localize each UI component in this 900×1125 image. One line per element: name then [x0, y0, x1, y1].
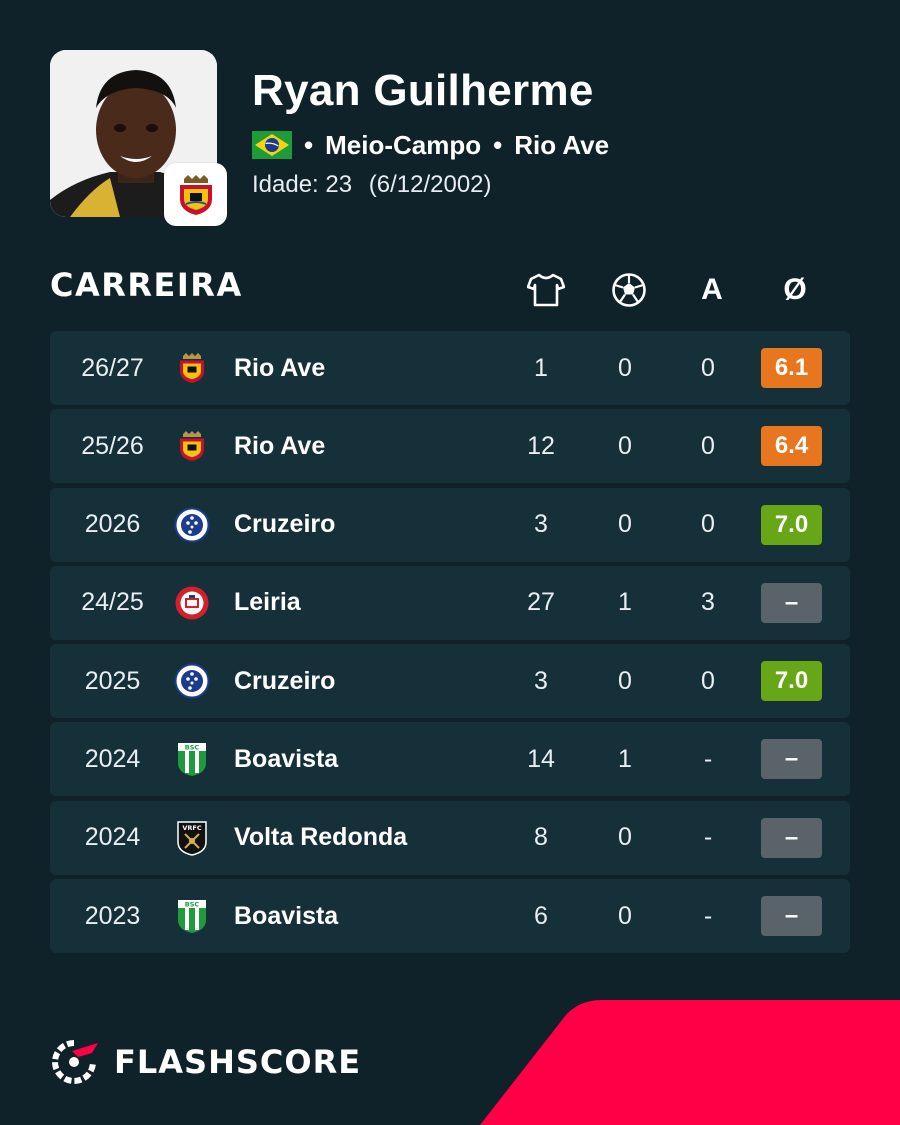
svg-text:BSC: BSC	[185, 744, 200, 752]
appearances-value: 6	[534, 901, 548, 930]
age-label: Idade: 23	[252, 171, 353, 198]
goals-value: 1	[618, 744, 632, 773]
season-cell: 25/26	[81, 431, 144, 460]
club-name: Cruzeiro	[234, 510, 336, 539]
birth-date: (6/12/2002)	[368, 171, 492, 198]
cruzeiro-crest-icon	[174, 507, 210, 543]
rating-badge: –	[761, 582, 822, 623]
volta-redonda-crest-icon: VRFC	[177, 821, 207, 856]
club-logo: BSC	[172, 722, 212, 796]
club-logo	[172, 488, 212, 562]
season-cell: 2024	[84, 744, 141, 773]
separator-dot: •	[304, 129, 314, 160]
svg-text:BSC: BSC	[185, 901, 200, 909]
club-name: Cruzeiro	[234, 666, 336, 695]
season-cell: 2023	[84, 901, 141, 930]
assists-value: 0	[701, 666, 715, 695]
boavista-crest-icon: BSC	[178, 900, 206, 934]
goals-value: 0	[618, 431, 632, 460]
leiria-crest-icon	[175, 586, 209, 620]
career-title: CARREIRA	[50, 266, 243, 304]
appearances-value: 14	[527, 744, 555, 773]
assists-value: 0	[701, 431, 715, 460]
rating-badge: 6.1	[761, 348, 822, 388]
appearances-value: 1	[534, 353, 548, 382]
rating-badge: –	[761, 896, 822, 937]
club-logo	[172, 644, 212, 718]
current-club-badge	[164, 163, 227, 226]
goals-value: 0	[618, 823, 632, 852]
appearances-value: 3	[534, 666, 548, 695]
appearances-value: 27	[527, 588, 555, 617]
goals-value: 0	[618, 353, 632, 382]
club-logo	[172, 331, 212, 405]
table-row: 25/26 Rio Ave 12 0 0 6.4	[50, 409, 850, 484]
brand-name: FLASHSCORE	[114, 1043, 362, 1081]
rio-ave-crest-icon	[179, 174, 212, 215]
table-row: 24/25 Leiria 27 1 3 –	[50, 565, 850, 640]
assists-value: -	[703, 744, 713, 773]
club-logo	[172, 409, 212, 483]
goals-value: 1	[618, 588, 632, 617]
table-row: 2024 VRFC Volta Redonda 8 0 - –	[50, 800, 850, 875]
player-club: Rio Ave	[514, 129, 610, 160]
goals-value: 0	[618, 666, 632, 695]
club-logo: BSC	[172, 879, 212, 953]
assists-value: 3	[701, 588, 715, 617]
season-cell: 24/25	[81, 588, 144, 617]
career-table: 26/27 Rio Ave 1 0 0 6.1 25/26 Rio Ave 12	[50, 331, 850, 957]
goals-value: 0	[618, 510, 632, 539]
assists-value: -	[703, 823, 713, 852]
appearances-value: 8	[534, 823, 548, 852]
table-row: 2024 BSC Boavista 14 1 - –	[50, 722, 850, 797]
rating-badge: 6.4	[761, 426, 822, 467]
rating-column-header: Ø	[783, 273, 807, 306]
player-age: Idade: 23 (6/12/2002)	[252, 171, 502, 199]
club-name: Volta Redonda	[234, 823, 408, 852]
boavista-crest-icon: BSC	[178, 743, 206, 777]
separator-dot: •	[493, 129, 503, 160]
assists-value: -	[703, 901, 713, 930]
player-meta: • Meio-Campo • Rio Ave	[252, 128, 609, 162]
table-row: 2023 BSC Boavista 6 0 - –	[50, 879, 850, 954]
assists-value: 0	[701, 353, 715, 382]
player-name: Ryan Guilherme	[252, 66, 594, 115]
rating-badge: –	[761, 739, 822, 780]
goals-column-header	[609, 270, 649, 310]
rating-badge: 7.0	[761, 504, 822, 545]
rating-badge: –	[761, 817, 822, 858]
brazil-flag-icon	[252, 131, 292, 159]
club-name: Boavista	[234, 744, 339, 773]
rio-ave-crest-icon	[180, 353, 204, 383]
club-logo: VRFC	[172, 801, 212, 875]
appearances-value: 3	[534, 510, 548, 539]
club-name: Rio Ave	[234, 353, 326, 382]
club-name: Boavista	[234, 901, 339, 930]
club-name: Rio Ave	[234, 431, 326, 460]
assists-value: 0	[701, 510, 715, 539]
season-cell: 26/27	[81, 353, 144, 382]
flashscore-logo: FLASHSCORE	[50, 1037, 361, 1087]
table-row: 2025 Cruzeiro 3 0 0 7.0	[50, 644, 850, 719]
club-logo	[172, 566, 212, 640]
assists-column-header: A	[701, 273, 723, 306]
season-cell: 2025	[84, 666, 141, 695]
cruzeiro-crest-icon	[174, 663, 210, 699]
table-row: 2026 Cruzeiro 3 0 0 7.0	[50, 487, 850, 562]
club-name: Leiria	[234, 588, 301, 617]
rating-badge: 7.0	[761, 661, 822, 702]
shirt-icon	[527, 273, 565, 307]
season-cell: 2026	[84, 510, 141, 539]
season-cell: 2024	[84, 823, 141, 852]
appearances-column-header	[526, 270, 566, 310]
table-row: 26/27 Rio Ave 1 0 0 6.1	[50, 331, 850, 405]
football-icon	[612, 273, 646, 307]
appearances-value: 12	[527, 431, 555, 460]
goals-value: 0	[618, 901, 632, 930]
rio-ave-crest-icon	[180, 431, 204, 462]
footer-accent-shape	[480, 1000, 900, 1125]
svg-text:VRFC: VRFC	[182, 824, 201, 832]
player-position: Meio-Campo	[325, 129, 482, 160]
flashscore-logo-icon	[52, 1040, 98, 1084]
